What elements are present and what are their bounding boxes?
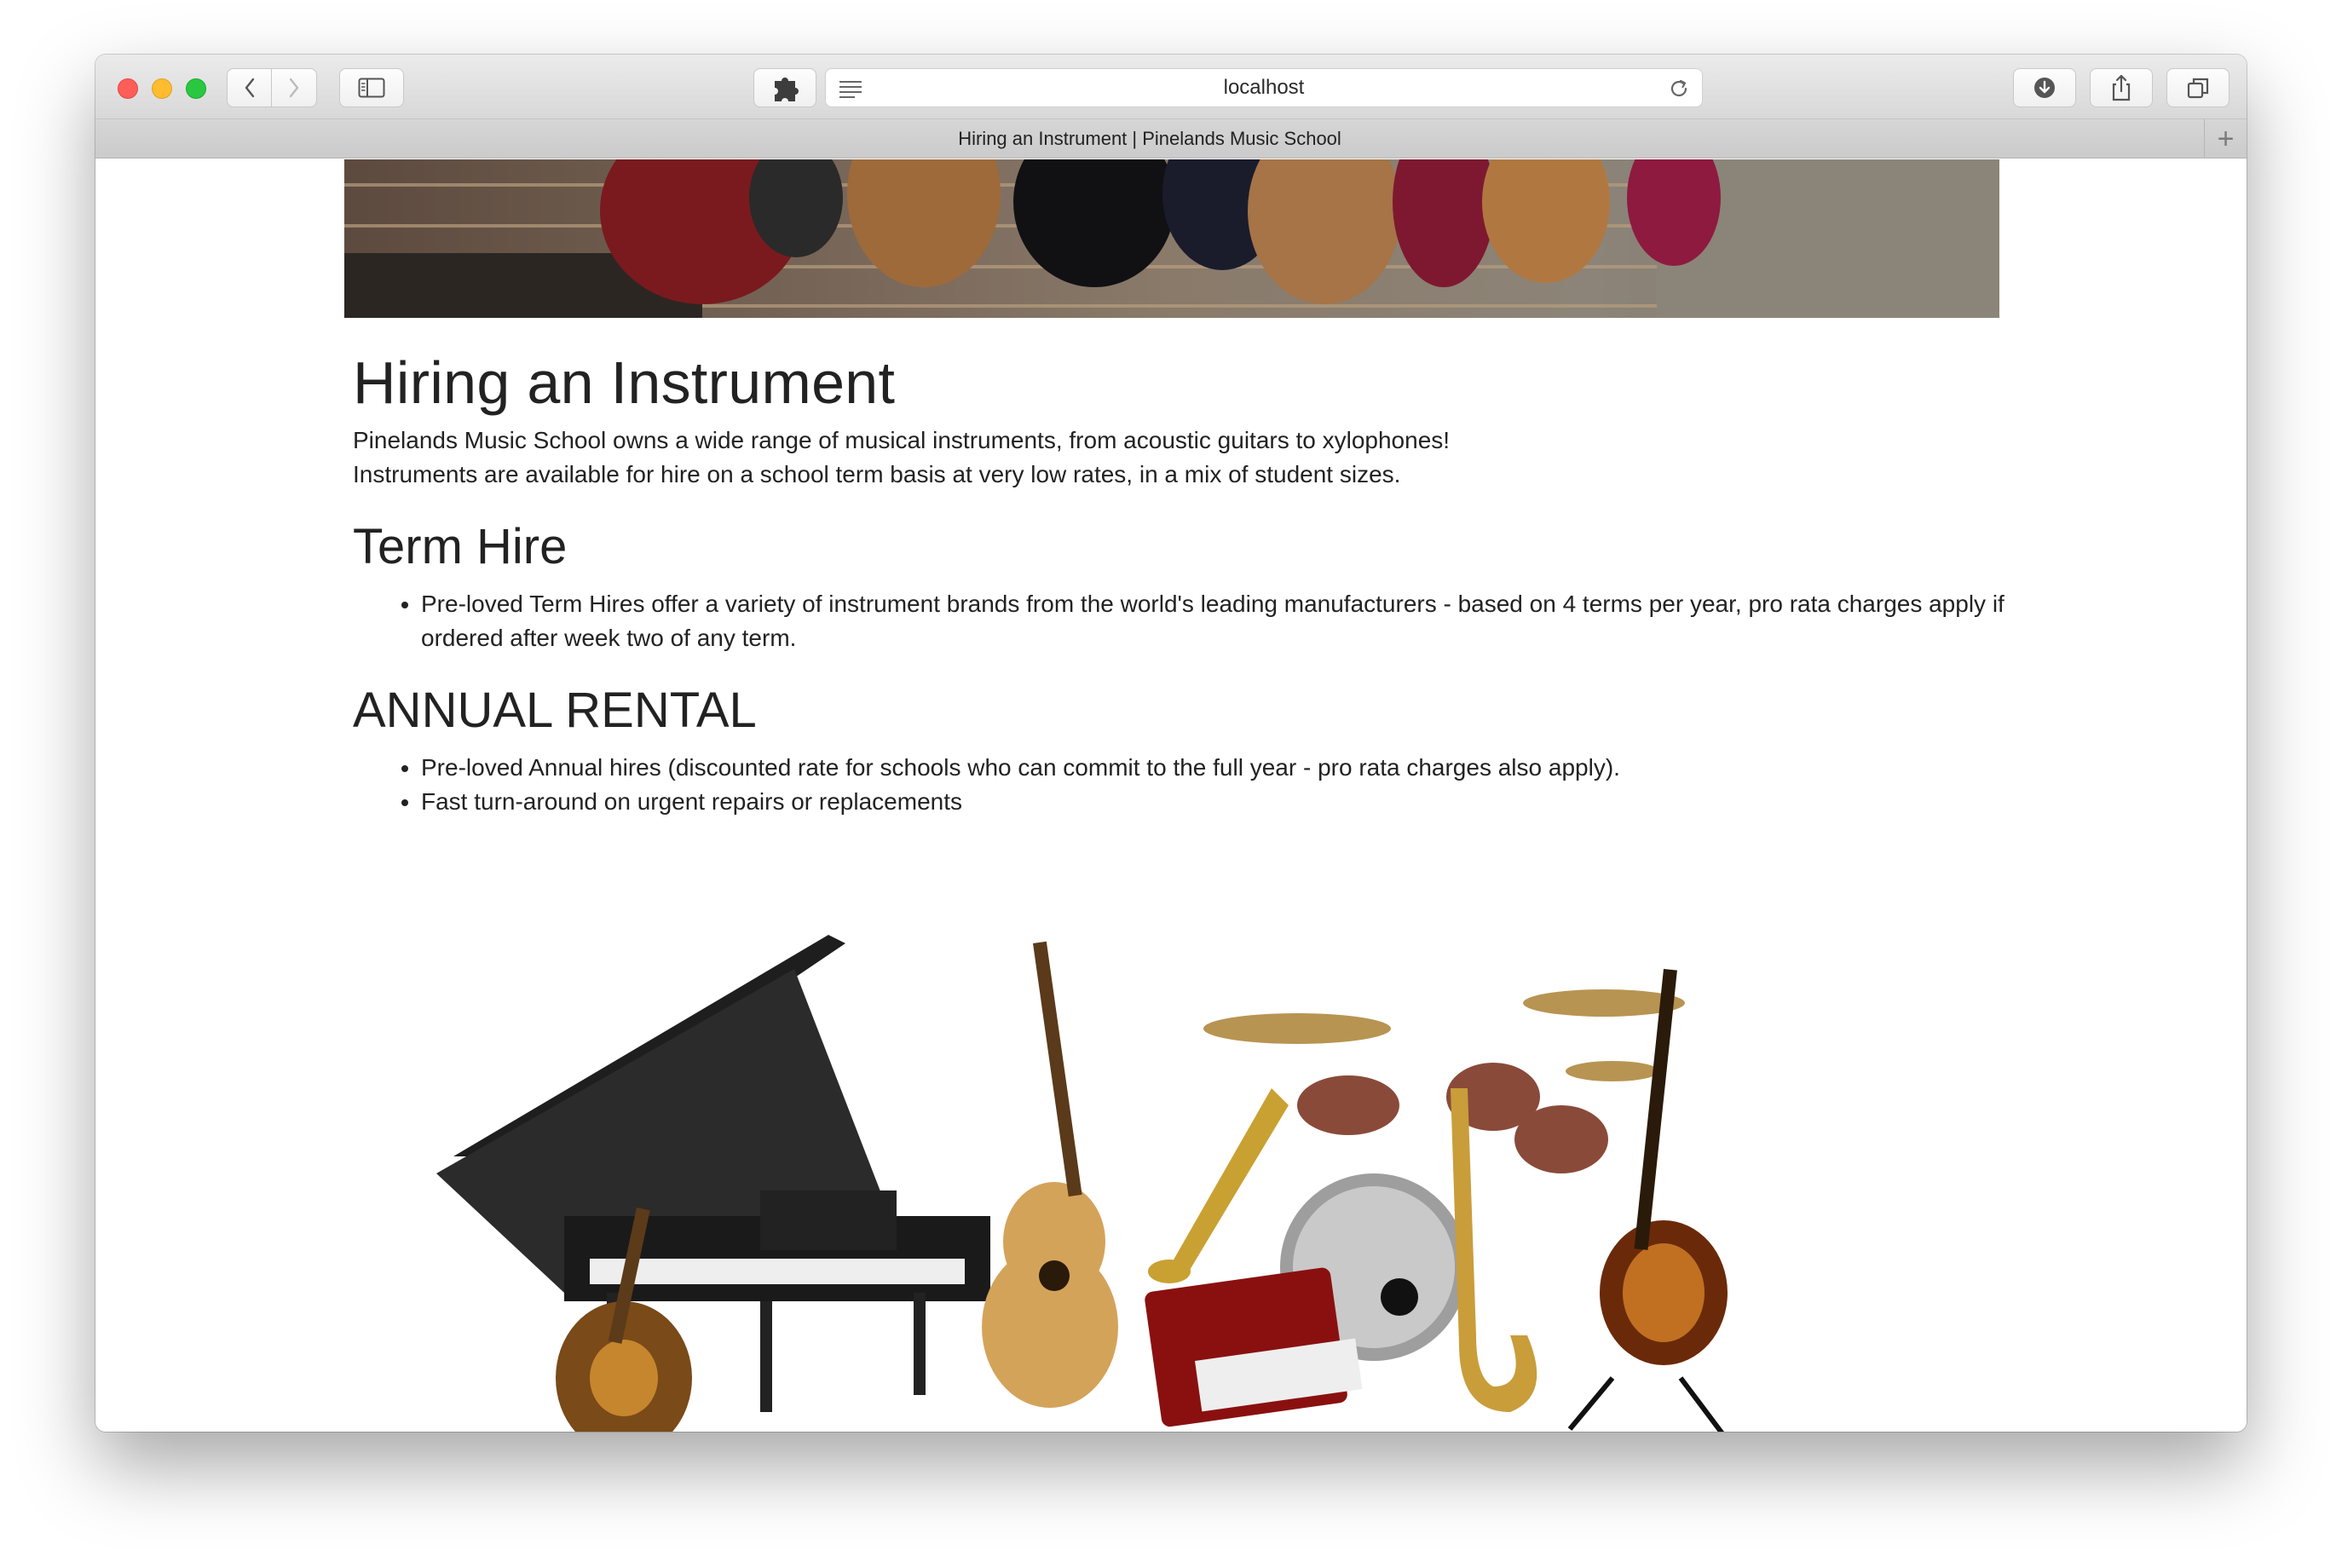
list-item: Pre-loved Annual hires (discounted rate … xyxy=(421,751,2006,785)
share-button[interactable] xyxy=(2090,68,2153,107)
forward-button[interactable] xyxy=(272,68,317,107)
navigation-buttons xyxy=(227,68,317,107)
tab-active[interactable]: Hiring an Instrument | Pinelands Music S… xyxy=(95,119,2204,159)
tabs-overview-icon xyxy=(2187,78,2209,99)
intro-line: Instruments are available for hire on a … xyxy=(353,461,1401,487)
piano-shape xyxy=(436,935,990,1412)
instruments-collage-image xyxy=(436,935,1766,1432)
list-item: Pre-loved Term Hires offer a variety of … xyxy=(421,587,2006,655)
main-content: Hiring an Instrument Pinelands Music Sch… xyxy=(353,347,2006,819)
share-icon xyxy=(2112,74,2131,101)
download-icon xyxy=(2034,78,2055,98)
minimize-window-button[interactable] xyxy=(152,78,172,99)
sidebar-button[interactable] xyxy=(339,68,404,107)
extension-button[interactable] xyxy=(753,68,816,107)
new-tab-button[interactable]: + xyxy=(2204,119,2247,159)
reload-icon[interactable] xyxy=(1668,78,1690,100)
page-title: Hiring an Instrument xyxy=(353,349,896,416)
extension-icon xyxy=(775,78,799,101)
chevron-left-icon xyxy=(245,78,254,98)
section-heading-term-hire: Term Hire xyxy=(353,519,568,574)
term-hire-list: Pre-loved Term Hires offer a variety of … xyxy=(353,587,2006,655)
tabs-overview-button[interactable] xyxy=(2166,68,2230,107)
browser-toolbar: localhost xyxy=(95,55,2247,119)
close-window-button[interactable] xyxy=(118,78,138,99)
page-viewport[interactable]: Hiring an Instrument Pinelands Music Sch… xyxy=(95,159,2247,1432)
address-bar[interactable]: localhost xyxy=(825,68,1703,107)
intro-line: Pinelands Music School owns a wide range… xyxy=(353,427,1451,453)
tab-bar: Hiring an Instrument | Pinelands Music S… xyxy=(95,119,2247,159)
back-button[interactable] xyxy=(227,68,272,107)
browser-window: localhost Hiring an Instrument | Pinelan… xyxy=(95,55,2247,1432)
zoom-window-button[interactable] xyxy=(186,78,206,99)
downloads-button[interactable] xyxy=(2013,68,2076,107)
intro-text: Pinelands Music School owns a wide range… xyxy=(353,424,2006,492)
url-text[interactable]: localhost xyxy=(826,69,1702,107)
chevron-right-icon xyxy=(289,78,299,98)
annual-rental-list: Pre-loved Annual hires (discounted rate … xyxy=(353,751,2006,819)
hero-banner-image xyxy=(344,159,1999,318)
section-heading-annual-rental: ANNUAL RENTAL xyxy=(353,683,757,738)
list-item: Fast turn-around on urgent repairs or re… xyxy=(421,785,2006,819)
sidebar-icon xyxy=(358,78,385,98)
